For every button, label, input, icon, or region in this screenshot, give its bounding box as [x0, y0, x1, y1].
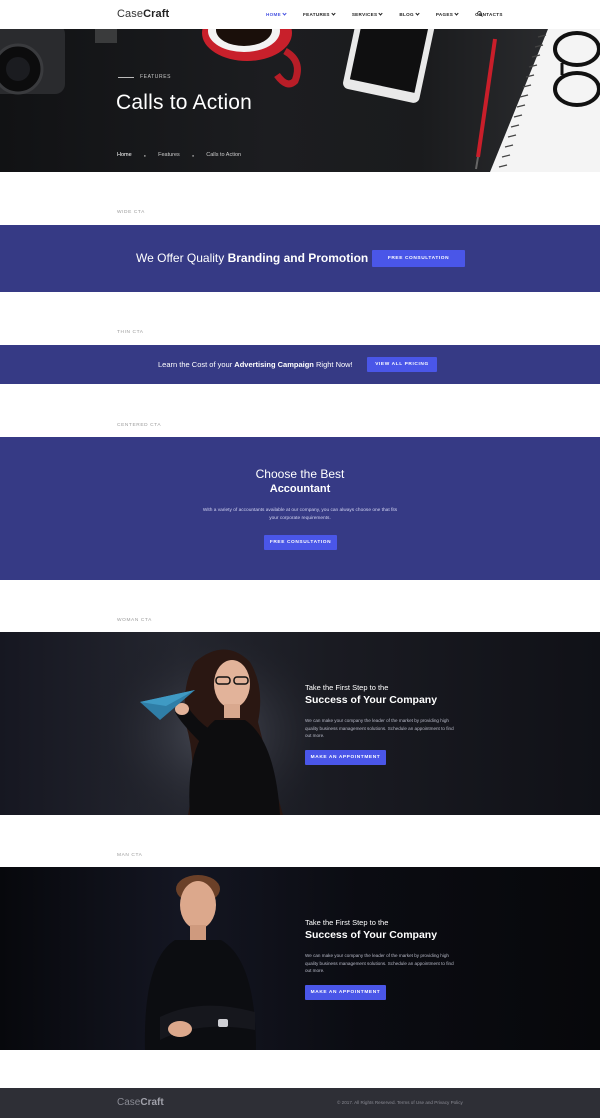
- site-header: CaseCraft HOME FEATURES SERVICES BLOG PA…: [0, 0, 600, 29]
- chevron-down-icon: [378, 11, 383, 16]
- nav-label: FEATURES: [302, 12, 330, 17]
- hero-desk-image: [0, 29, 600, 172]
- woman-cta-band: Take the First Step to the Success of Yo…: [0, 632, 600, 815]
- man-cta-line1: Take the First Step to the: [305, 918, 389, 927]
- man-cta-band: Take the First Step to the Success of Yo…: [0, 867, 600, 1050]
- make-appointment-button[interactable]: MAKE AN APPOINTMENT: [305, 750, 386, 765]
- thin-cta-text-post: Right Now!: [313, 360, 353, 369]
- section-label-centered: CENTERED CTA: [117, 423, 162, 428]
- nav-item-services[interactable]: SERVICES: [351, 11, 383, 17]
- nav-item-blog[interactable]: BLOG: [399, 11, 420, 17]
- make-appointment-button[interactable]: MAKE AN APPOINTMENT: [305, 985, 386, 1000]
- man-cta-line2: Success of Your Company: [305, 929, 438, 941]
- chevron-down-icon: [454, 11, 459, 16]
- centered-cta-line2: Accountant: [269, 483, 331, 495]
- section-label-man: MAN CTA: [117, 853, 143, 858]
- logo-light-text: Case: [117, 8, 144, 20]
- nav-item-home[interactable]: HOME: [266, 11, 287, 17]
- woman-cta-line2: Success of Your Company: [305, 694, 438, 706]
- hero-banner: FEATURES Calls to Action Home ● Features…: [0, 29, 600, 172]
- man-cta-description: We can make your company the leader of t…: [305, 953, 454, 974]
- thin-cta-text-bold: Advertising Campaign: [234, 360, 314, 369]
- thin-cta-band: Learn the Cost of your Advertising Campa…: [0, 345, 600, 384]
- section-label-woman: WOMAN CTA: [117, 618, 152, 623]
- breadcrumb-separator-icon: ●: [143, 152, 147, 158]
- nav-item-pages[interactable]: PAGES: [435, 11, 459, 17]
- chevron-down-icon: [282, 11, 287, 16]
- footer-logo-bold: Craft: [140, 1097, 164, 1108]
- nav-label: BLOG: [399, 12, 414, 17]
- wide-cta-band: We Offer Quality Branding and Promotion …: [0, 225, 600, 292]
- nav-label: HOME: [266, 12, 281, 17]
- centered-cta-line1: Choose the Best: [255, 467, 345, 481]
- thin-cta-text-pre: Learn the Cost of your: [158, 360, 235, 369]
- woman-photo: [100, 632, 310, 815]
- site-logo[interactable]: CaseCraft: [117, 8, 169, 20]
- search-icon[interactable]: [477, 11, 483, 17]
- breadcrumb-current: Calls to Action: [206, 152, 242, 158]
- nav-label: PAGES: [435, 12, 454, 17]
- hero-eyebrow: FEATURES: [140, 74, 172, 80]
- centered-cta-description: With a variety of accountants available …: [202, 508, 398, 521]
- free-consultation-button[interactable]: FREE CONSULTATION: [264, 535, 337, 550]
- centered-cta-band: Choose the Best Accountant With a variet…: [0, 437, 600, 580]
- breadcrumb-separator-icon: ●: [191, 152, 195, 158]
- view-all-pricing-button[interactable]: VIEW ALL PRICING: [367, 357, 437, 372]
- thin-cta-heading: Learn the Cost of your Advertising Campa…: [158, 360, 353, 369]
- footer-logo[interactable]: CaseCraft: [117, 1097, 164, 1108]
- woman-cta-line1: Take the First Step to the: [305, 683, 389, 692]
- nav-label: SERVICES: [351, 12, 378, 17]
- chevron-down-icon: [331, 11, 336, 16]
- footer-copyright: © 2017. All Rights Reserved. Terms of Us…: [337, 1100, 463, 1105]
- nav-item-features[interactable]: FEATURES: [302, 11, 336, 17]
- man-photo: [144, 875, 256, 1050]
- eyebrow-divider: [118, 77, 134, 78]
- wide-cta-heading: We Offer Quality Branding and Promotion: [136, 251, 368, 265]
- breadcrumb-features[interactable]: Features: [158, 152, 180, 158]
- wide-cta-text-bold: Branding and Promotion: [227, 251, 369, 265]
- free-consultation-button[interactable]: FREE CONSULTATION: [372, 250, 465, 267]
- section-label-wide: WIDE CTA: [117, 210, 145, 215]
- site-footer: CaseCraft © 2017. All Rights Reserved. T…: [0, 1088, 600, 1118]
- breadcrumb: Home ● Features ● Calls to Action: [117, 152, 241, 158]
- woman-cta-description: We can make your company the leader of t…: [305, 718, 454, 739]
- chevron-down-icon: [415, 11, 420, 16]
- breadcrumb-home[interactable]: Home: [117, 152, 132, 158]
- wide-cta-text-light: We Offer Quality: [136, 251, 228, 265]
- section-label-thin: THIN CTA: [117, 330, 144, 335]
- page-title: Calls to Action: [116, 91, 253, 114]
- logo-bold-text: Craft: [143, 8, 170, 20]
- footer-logo-light: Case: [117, 1097, 141, 1108]
